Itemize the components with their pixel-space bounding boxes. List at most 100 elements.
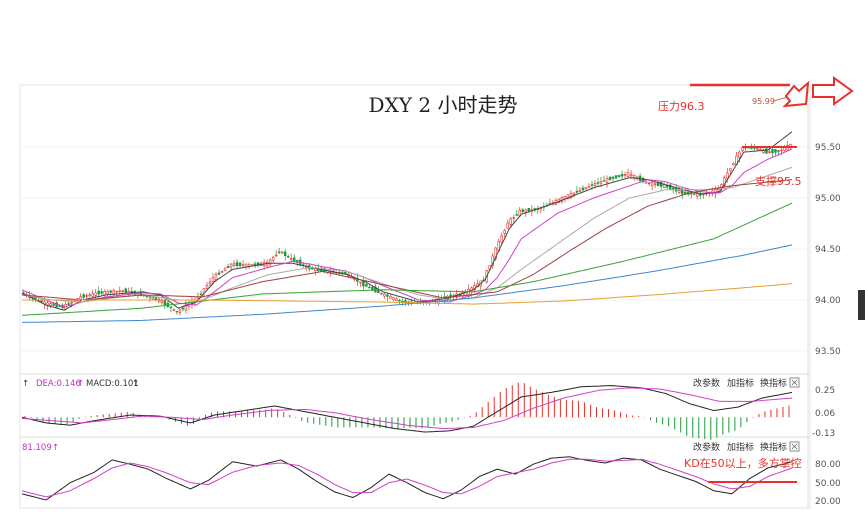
candle-body <box>79 296 82 300</box>
candle-body <box>85 295 88 297</box>
candle-body <box>527 207 531 212</box>
candle-body <box>392 297 395 300</box>
candle-body <box>729 168 732 172</box>
candle-body <box>608 176 612 181</box>
candle-body <box>359 281 362 284</box>
candle-body <box>572 192 576 195</box>
candle-body <box>756 148 759 150</box>
candle-body <box>172 308 176 311</box>
edit-params-button[interactable]: 改参数 <box>693 441 720 453</box>
chart-frame <box>19 84 811 509</box>
candle-body <box>653 183 657 185</box>
candle-body <box>401 300 404 303</box>
price-axis: 95.50 95.00 94.50 94.00 93.50 <box>815 143 841 357</box>
kd-tick: 20.00 <box>815 497 841 507</box>
candle-body <box>91 293 94 297</box>
support-label: 支撑95.5 <box>755 174 802 188</box>
candle-body <box>717 189 720 192</box>
switch-indicator-button[interactable]: 换指标 <box>760 441 787 453</box>
candle-body <box>671 187 675 190</box>
candle-body <box>662 184 666 188</box>
kd-tick: 50.00 <box>815 479 841 489</box>
edit-params-button[interactable]: 改参数 <box>693 377 720 389</box>
candle-body <box>738 151 741 158</box>
candle-body <box>389 296 392 299</box>
candle-body <box>49 303 52 306</box>
candle-body <box>205 284 209 289</box>
candle-body <box>181 307 185 310</box>
candle-body <box>587 186 591 188</box>
price-tick: 95.00 <box>815 194 841 204</box>
right-arrow-icon <box>812 76 854 106</box>
scrollbar-handle[interactable] <box>858 290 865 320</box>
price-tick: 94.00 <box>815 296 841 306</box>
add-indicator-button[interactable]: 加指标 <box>727 441 754 453</box>
candle-body <box>503 229 506 234</box>
candle-body <box>677 190 681 193</box>
candle-body <box>596 182 600 184</box>
candle-body <box>148 296 152 299</box>
candle-body <box>103 290 106 296</box>
candle-body <box>274 254 278 257</box>
candle-body <box>100 291 103 294</box>
candle-body <box>211 277 215 282</box>
macd-tick: -0.13 <box>812 429 835 439</box>
candle-body <box>199 293 203 295</box>
candle-body <box>768 151 771 153</box>
candle-body <box>289 258 293 260</box>
candle-body <box>217 272 221 275</box>
candle-body <box>783 147 786 151</box>
candle-body <box>46 302 49 306</box>
candle-body <box>593 183 597 186</box>
candle-body <box>509 218 512 225</box>
candle-body <box>97 290 100 295</box>
candle-body <box>241 264 245 266</box>
candle-body <box>690 192 693 195</box>
candle-body <box>280 251 284 254</box>
candle-body <box>506 222 509 229</box>
candle-body <box>647 182 651 185</box>
price-tick: 95.50 <box>815 143 841 153</box>
candle-body <box>521 209 525 212</box>
candle-body <box>626 172 630 177</box>
candle-body <box>106 291 109 295</box>
candle-body <box>67 303 70 306</box>
candle-body <box>774 149 777 153</box>
candle-body <box>163 300 167 305</box>
price-tick: 93.50 <box>815 347 841 357</box>
candle-body <box>780 149 783 152</box>
candle-body <box>759 149 762 151</box>
candle-body <box>386 294 389 297</box>
candle-body <box>599 181 603 184</box>
macd-tick: 0.25 <box>815 386 835 396</box>
candle-body <box>368 286 371 289</box>
candle-body <box>115 290 118 293</box>
candle-body <box>605 178 609 184</box>
candle-body <box>777 150 780 152</box>
candle-body <box>175 310 179 313</box>
candle-body <box>581 187 585 191</box>
candle-body <box>617 175 621 178</box>
price-tick: 94.50 <box>815 245 841 255</box>
candle-body <box>223 268 227 272</box>
macd-prefix: ↑ <box>22 379 29 389</box>
candle-body <box>611 176 615 179</box>
candle-body <box>160 300 164 303</box>
switch-indicator-button[interactable]: 换指标 <box>760 377 787 389</box>
candle-body <box>271 256 275 261</box>
candle-body <box>623 174 627 176</box>
candle-body <box>524 209 528 213</box>
add-indicator-button[interactable]: 加指标 <box>727 377 754 389</box>
candle-body <box>512 217 516 219</box>
candle-body <box>109 290 112 293</box>
candle-body <box>383 293 386 297</box>
candle-body <box>732 163 735 166</box>
candle-body <box>229 263 233 268</box>
macd-tick: 0.06 <box>815 409 835 419</box>
candle-body <box>220 271 224 273</box>
candle-body <box>154 297 158 300</box>
kd-toolbar: 改参数 加指标 换指标 <box>693 441 800 453</box>
candle-body <box>232 263 236 266</box>
candle-body <box>226 266 230 268</box>
candle-body <box>404 300 407 303</box>
